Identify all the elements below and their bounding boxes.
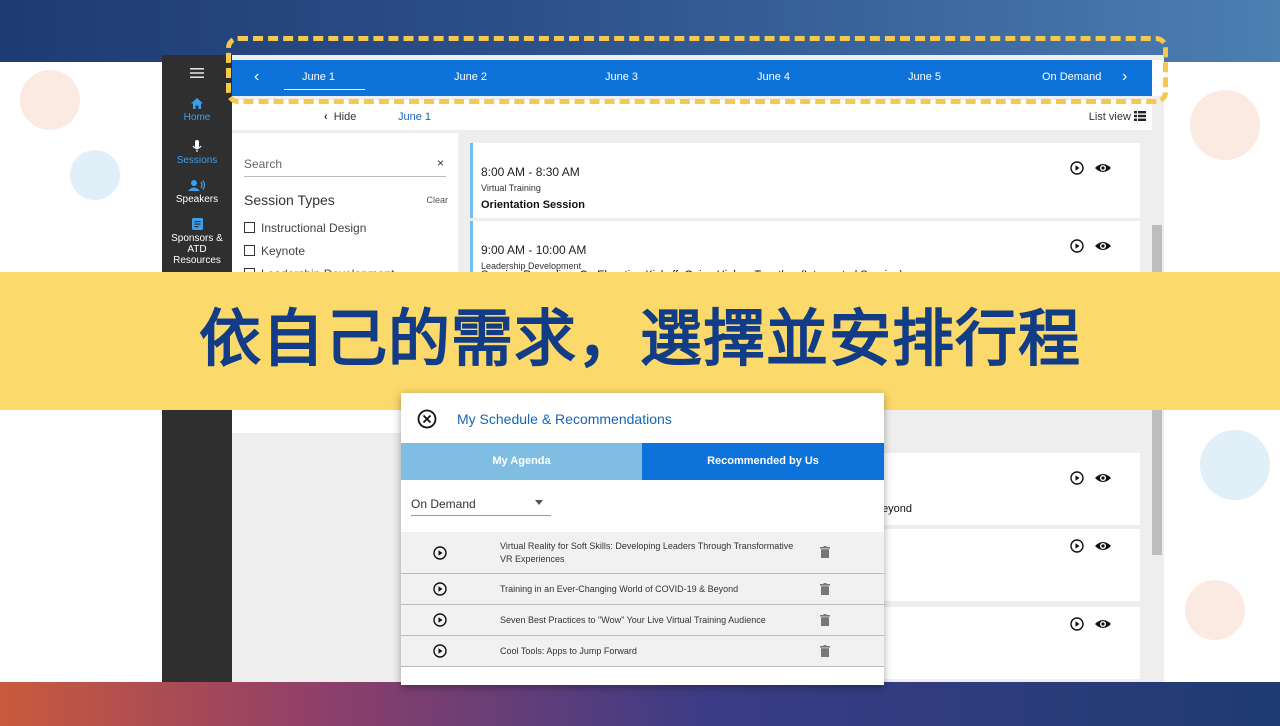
checkbox[interactable]	[244, 222, 255, 233]
session-actions	[1069, 161, 1112, 180]
hide-label: Hide	[333, 111, 357, 123]
play-circle-icon[interactable]	[1069, 617, 1084, 631]
session-title: Orientation Session	[481, 199, 585, 211]
search-input[interactable]: Search ×	[244, 155, 446, 177]
session-actions	[1069, 539, 1112, 558]
session-time: 9:00 AM - 10:00 AM	[481, 243, 587, 257]
close-icon[interactable]	[417, 409, 437, 429]
tab-recommended[interactable]: Recommended by Us	[642, 443, 884, 480]
eye-icon[interactable]	[1094, 617, 1112, 631]
session-actions	[1069, 239, 1112, 258]
sub-header: ‹ Hide June 1 List view	[232, 100, 1152, 130]
trash-icon[interactable]	[820, 583, 830, 595]
play-circle-icon[interactable]	[1069, 161, 1084, 175]
microphone-icon	[192, 140, 202, 152]
checkbox[interactable]	[244, 245, 255, 256]
agenda-item[interactable]: Cool Tools: Apps to Jump Forward	[401, 636, 884, 667]
select-value: On Demand	[411, 497, 476, 511]
play-circle-icon[interactable]	[433, 546, 447, 560]
agenda-item[interactable]: Training in an Ever-Changing World of CO…	[401, 574, 884, 605]
clear-filters-button[interactable]: Clear	[426, 195, 448, 205]
session-card[interactable]: 9:00 AM - 10:00 AM Leadership Developmen…	[470, 221, 1140, 281]
speaker-icon	[188, 180, 206, 191]
clear-search-icon[interactable]: ×	[437, 156, 444, 170]
play-circle-icon[interactable]	[433, 644, 447, 658]
current-date-label: June 1	[398, 111, 432, 123]
nav-speakers-label: Speakers	[175, 194, 219, 205]
tab-my-agenda[interactable]: My Agenda	[401, 443, 642, 480]
chevron-left-icon: ‹	[324, 111, 328, 123]
eye-icon[interactable]	[1094, 539, 1112, 553]
trash-icon[interactable]	[820, 614, 830, 626]
nav-sponsors[interactable]: Sponsors & ATD Resources	[162, 217, 232, 266]
agenda-item[interactable]: Virtual Reality for Soft Skills: Develop…	[401, 532, 884, 574]
slide-bottom-band	[0, 682, 1280, 726]
agenda-item-title: Training in an Ever-Changing World of CO…	[500, 584, 739, 594]
caption-banner: 依自己的需求，選擇並安排行程	[0, 272, 1280, 410]
hide-button[interactable]: ‹ Hide	[324, 111, 356, 123]
list-view-button[interactable]: List view	[1089, 111, 1146, 123]
session-category: Virtual Training	[481, 183, 541, 193]
nav-menu[interactable]	[162, 67, 232, 81]
nav-sessions-label: Sessions	[176, 155, 218, 166]
play-circle-icon[interactable]	[1069, 239, 1084, 253]
trash-icon[interactable]	[820, 645, 830, 657]
home-icon	[191, 98, 203, 109]
modal-title: My Schedule & Recommendations	[457, 411, 672, 427]
modal-tabs: My Agenda Recommended by Us	[401, 443, 884, 480]
play-circle-icon[interactable]	[433, 613, 447, 627]
nav-speakers[interactable]: Speakers	[162, 179, 232, 205]
schedule-modal: My Schedule & Recommendations My Agenda …	[401, 393, 884, 685]
agenda-item-title: Seven Best Practices to "Wow" Your Live …	[500, 615, 766, 625]
nav-home-label: Home	[183, 112, 211, 123]
play-circle-icon[interactable]	[433, 582, 447, 596]
agenda-item-title: Virtual Reality for Soft Skills: Develop…	[500, 540, 805, 566]
decor-circle-right-3	[1185, 580, 1245, 640]
filter-option-instructional-design[interactable]: Instructional Design	[244, 221, 366, 235]
nav-sponsors-label-1: Sponsors &	[171, 233, 223, 244]
eye-icon[interactable]	[1094, 161, 1112, 175]
session-card[interactable]: 8:00 AM - 8:30 AM Virtual Training Orien…	[470, 143, 1140, 218]
agenda-item[interactable]: Seven Best Practices to "Wow" Your Live …	[401, 605, 884, 636]
eye-icon[interactable]	[1094, 471, 1112, 485]
nav-sponsors-label-3: Resources	[173, 255, 221, 266]
session-actions	[1069, 617, 1112, 636]
filter-option-label: Keynote	[261, 244, 306, 258]
decor-circle-right	[1190, 90, 1260, 160]
session-title: eyond	[882, 503, 912, 515]
trash-icon[interactable]	[820, 546, 830, 558]
agenda-item-line-2: VR Experiences	[500, 554, 565, 564]
agenda-item-title: Cool Tools: Apps to Jump Forward	[500, 646, 637, 656]
session-actions	[1069, 471, 1112, 490]
decor-circle-left	[20, 70, 80, 130]
nav-home[interactable]: Home	[162, 97, 232, 123]
filter-option-keynote[interactable]: Keynote	[244, 244, 305, 258]
play-circle-icon[interactable]	[1069, 539, 1084, 553]
date-filter-select[interactable]: On Demand	[411, 494, 551, 516]
agenda-item-line-1: Virtual Reality for Soft Skills: Develop…	[500, 541, 794, 551]
decor-circle-left-2	[70, 150, 120, 200]
list-view-label: List view	[1088, 111, 1131, 123]
caption-text: 依自己的需求，選擇並安排行程	[198, 302, 1081, 375]
session-types-heading: Session Types	[244, 192, 335, 208]
filter-option-label: Instructional Design	[261, 221, 367, 235]
nav-sessions[interactable]: Sessions	[162, 139, 232, 166]
search-placeholder: Search	[244, 157, 283, 171]
tab-highlight-frame	[226, 36, 1168, 104]
play-circle-icon[interactable]	[1069, 471, 1084, 485]
nav-sponsors-label-2: ATD	[187, 244, 207, 255]
caret-down-icon	[535, 500, 543, 505]
list-icon	[1134, 111, 1146, 121]
document-icon	[191, 218, 203, 230]
hamburger-icon	[190, 68, 204, 78]
session-time: 8:00 AM - 8:30 AM	[481, 165, 580, 179]
decor-circle-right-2	[1200, 430, 1270, 500]
eye-icon[interactable]	[1094, 239, 1112, 253]
